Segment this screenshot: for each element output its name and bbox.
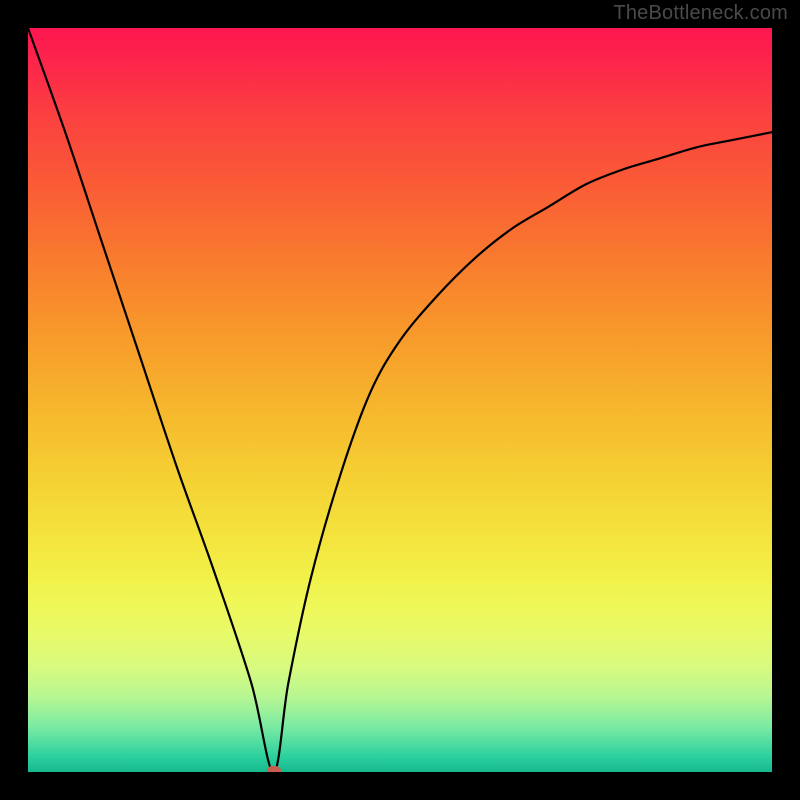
curve-svg [28,28,772,772]
bottleneck-curve [28,28,772,772]
minimum-marker [267,766,281,772]
chart-frame: TheBottleneck.com [0,0,800,800]
watermark-text: TheBottleneck.com [613,2,788,25]
plot-area [28,28,772,772]
